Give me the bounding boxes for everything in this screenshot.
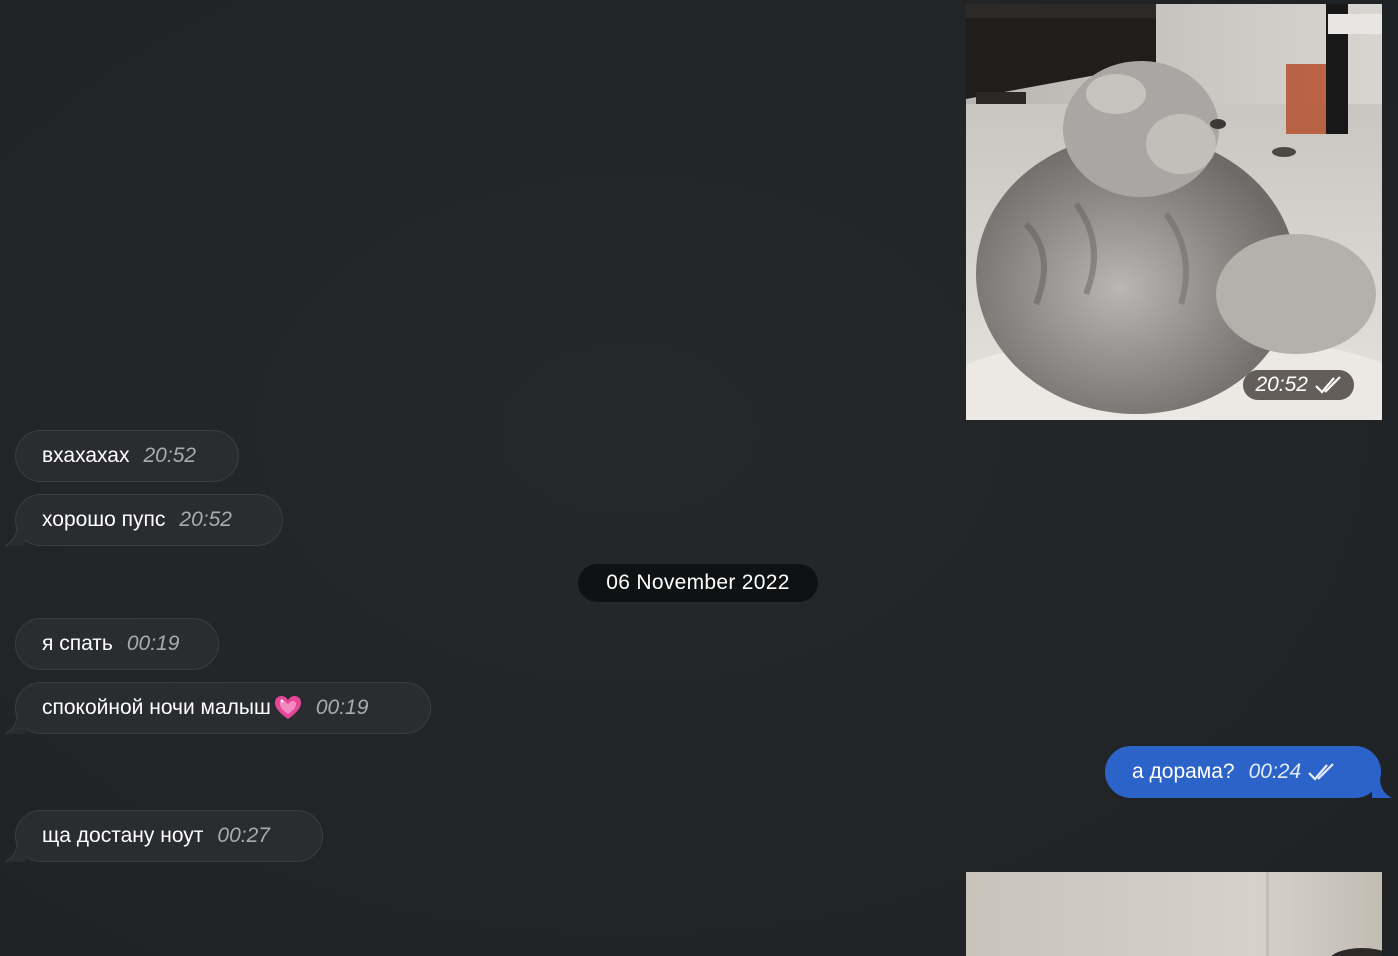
incoming-message[interactable]: спокойной ночи малыш 00:19	[15, 682, 431, 734]
chat-area[interactable]: 20:52 вхахахах 20:52 хорошо пупс 20:52 0…	[0, 0, 1398, 956]
incoming-message[interactable]: ща достану ноут 00:27	[15, 810, 323, 862]
sparkling-heart-emoji-icon	[274, 696, 301, 719]
message-text: ща достану ноут	[42, 824, 204, 847]
bubble-tail	[4, 526, 25, 547]
message-time: 00:19	[315, 696, 369, 719]
message-time: 00:24	[1248, 760, 1302, 783]
bubble-tail	[4, 842, 25, 863]
message-time: 00:19	[126, 632, 180, 655]
message-text: а дорама?	[1132, 760, 1235, 783]
incoming-message[interactable]: вхахахах 20:52	[15, 430, 239, 482]
video-thumbnail	[966, 4, 1382, 420]
date-separator: 06 November 2022	[578, 564, 818, 602]
message-time: 20:52	[143, 444, 197, 467]
message-text: спокойной ночи малыш	[42, 696, 271, 719]
video-timestamp: 20:52	[1243, 370, 1354, 400]
double-check-icon	[1315, 376, 1341, 394]
outgoing-message[interactable]: а дорама? 00:24	[1105, 746, 1381, 798]
bubble-tail	[4, 714, 25, 735]
incoming-message[interactable]: хорошо пупс 20:52	[15, 494, 283, 546]
incoming-message[interactable]: я спать 00:19	[15, 618, 219, 670]
message-time: 00:27	[217, 824, 270, 847]
video-time-label: 20:52	[1255, 373, 1308, 396]
bubble-tail	[1372, 778, 1392, 798]
video-message-cat[interactable]: 20:52	[966, 4, 1382, 420]
message-text: я спать	[42, 632, 113, 655]
video-message-partial[interactable]	[966, 872, 1382, 956]
message-text: хорошо пупс	[42, 508, 166, 531]
double-check-icon	[1308, 763, 1334, 781]
video-thumbnail	[966, 872, 1382, 956]
message-text: вхахахах	[42, 444, 130, 467]
message-time: 20:52	[179, 508, 232, 531]
